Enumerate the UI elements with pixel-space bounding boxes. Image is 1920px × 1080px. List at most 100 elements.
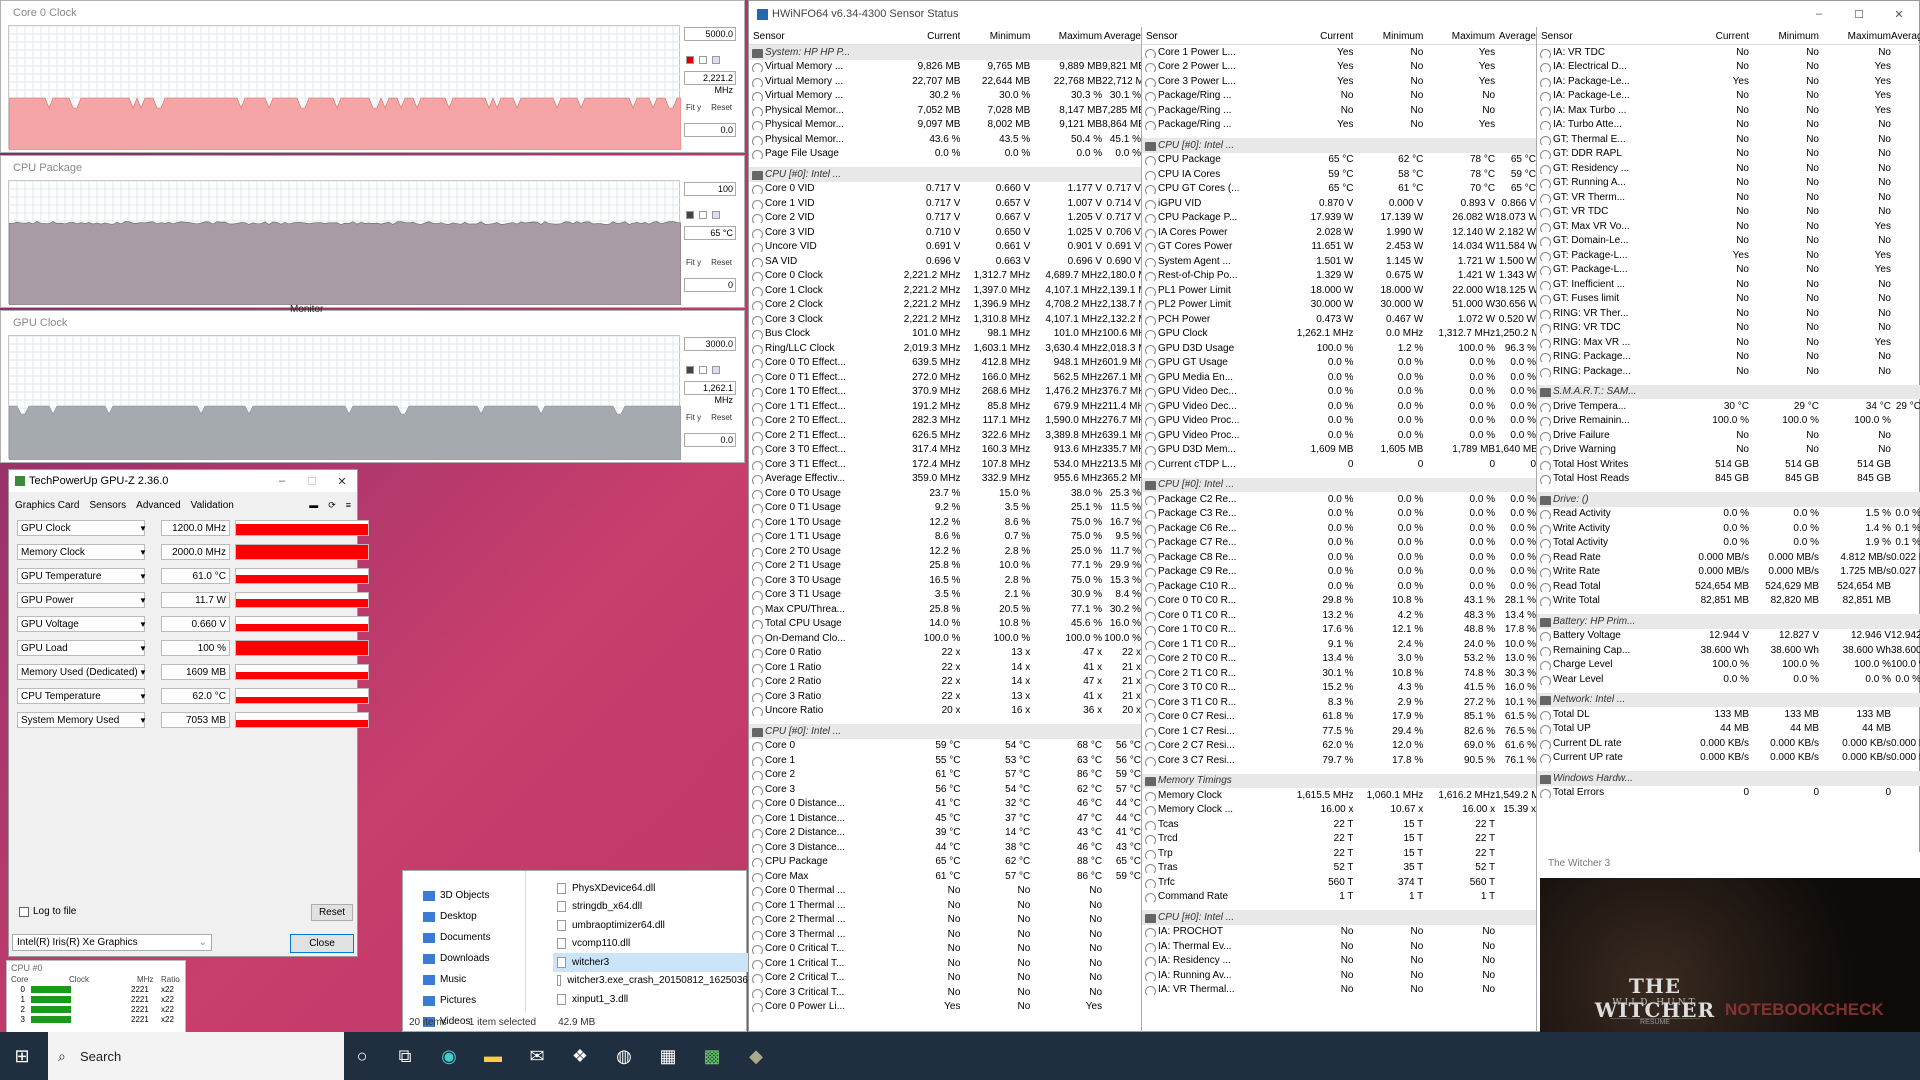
file-item[interactable]: xinput1_3.dll — [553, 990, 748, 1009]
sensor-label[interactable]: GPU Clock — [17, 520, 145, 536]
color-swatch-icon[interactable] — [686, 211, 694, 219]
header-maximum[interactable]: Maximum — [1819, 31, 1891, 42]
fit-y-button[interactable]: Fit y — [684, 412, 703, 423]
sensor-label[interactable]: CPU Temperature — [17, 688, 145, 704]
sensor-row[interactable]: GT: Domain-Le... No No No — [1537, 234, 1920, 249]
sensor-row[interactable]: IA: Residency ... No No No — [1142, 954, 1536, 969]
sensor-row[interactable]: Core 1 T1 Effect... 191.2 MHz 85.8 MHz 679.… — [749, 399, 1141, 414]
sensor-row[interactable]: GT: Max VR Vo... No No Yes — [1537, 219, 1920, 234]
graph-window[interactable]: Core 0 Clock 5000.0 2,221.2 MHz Fit y Reset 0… — [0, 0, 745, 153]
graph-min-value[interactable]: 0.0 — [684, 433, 736, 447]
sensor-row[interactable]: Drive Remainin... 100.0 % 100.0 % 100.0 % — [1537, 414, 1920, 429]
sensor-row[interactable]: Core 0 T0 C0 R... 29.8 % 10.8 % 43.1 % 28.1 … — [1142, 594, 1536, 609]
nav-item[interactable]: 3D Objects — [423, 885, 523, 906]
sensor-row[interactable]: Total Host Reads 845 GB 845 GB 845 GB — [1537, 472, 1920, 487]
sensor-group[interactable]: S.M.A.R.T.: SAM... — [1537, 385, 1920, 400]
sensor-row[interactable]: GPU D3D Mem... 1,609 MB 1,605 MB 1,789 MB 1,… — [1142, 443, 1536, 458]
sensor-row[interactable]: Core 2 Clock 2,221.2 MHz 1,396.9 MHz 4,708.… — [749, 298, 1141, 313]
dropdown-arrow-icon[interactable]: ▼ — [139, 548, 147, 557]
sensor-group[interactable]: Windows Hardw... — [1537, 771, 1920, 786]
dropdown-arrow-icon[interactable]: ▼ — [139, 596, 147, 605]
sensor-row[interactable]: Core 0 T0 Effect... 639.5 MHz 412.8 MHz 948… — [749, 356, 1141, 371]
maximize-icon[interactable]: ☐ — [1839, 8, 1879, 21]
sensor-row[interactable]: Core 0 Ratio 22 x 13 x 47 x 22 x — [749, 646, 1141, 661]
sensor-row[interactable]: Total Host Writes 514 GB 514 GB 514 GB — [1537, 457, 1920, 472]
fit-y-button[interactable]: Fit y — [684, 102, 703, 113]
sensor-row[interactable]: Core 3 Clock 2,221.2 MHz 1,310.8 MHz 4,107.… — [749, 312, 1141, 327]
sensor-row[interactable]: IA: Turbo Atte... No No No — [1537, 118, 1920, 133]
refresh-icon[interactable]: ⟳ — [328, 500, 336, 511]
task-view-icon[interactable]: ○ — [350, 1044, 374, 1068]
file-item[interactable]: stringdb_x64.dll — [553, 898, 748, 917]
sensor-column-1[interactable]: Sensor Current Minimum Maximum Average System… — [749, 27, 1142, 1033]
sensor-row[interactable]: Core 1 55 °C 53 °C 63 °C 56 °C — [749, 753, 1141, 768]
sensor-label[interactable]: GPU Voltage — [17, 616, 145, 632]
sensor-row[interactable]: Core 1 Distance... 45 °C 37 °C 47 °C 44 °C — [749, 811, 1141, 826]
sensor-row[interactable]: Core 3 T1 Usage 3.5 % 2.1 % 30.9 % 8.4 % — [749, 588, 1141, 603]
dropdown-arrow-icon[interactable]: ▼ — [139, 572, 147, 581]
sensor-row[interactable]: Core 2 T0 Effect... 282.3 MHz 117.1 MHz 1,5… — [749, 414, 1141, 429]
sensor-row[interactable]: RING: Package... No No No — [1537, 364, 1920, 379]
header-minimum[interactable]: Minimum — [1353, 31, 1423, 42]
sensor-row[interactable]: Drive Warning No No No — [1537, 443, 1920, 458]
sensor-row[interactable]: Command Rate 1 T1 T1 T — [1142, 890, 1536, 905]
sensor-row[interactable]: RING: VR Ther... No No No — [1537, 306, 1920, 321]
sensor-row[interactable]: Core 1 T1 C0 R... 9.1 % 2.4 % 24.0 % 10.0 % — [1142, 637, 1536, 652]
minimize-icon[interactable]: – — [267, 475, 297, 487]
sensor-row[interactable]: GT: Fuses limit No No No — [1537, 292, 1920, 307]
gpuz-close-button[interactable]: Close — [290, 934, 354, 953]
hwinfo-titlebar[interactable]: HWiNFO64 v6.34-4300 Sensor Status – ☐ ✕ — [749, 1, 1919, 27]
sensor-row[interactable]: Total UP 44 MB 44 MB 44 MB — [1537, 722, 1920, 737]
sensor-row[interactable]: GT: DDR RAPL No No No — [1537, 147, 1920, 162]
tab-sensors[interactable]: Sensors — [89, 500, 126, 511]
sensor-row[interactable]: Core 0 T1 Effect... 272.0 MHz 166.0 MHz 562… — [749, 370, 1141, 385]
sensor-row[interactable]: Package/Ring ... No No No — [1142, 103, 1536, 118]
sensor-row[interactable]: GPU Media En... 0.0 % 0.0 % 0.0 % 0.0 % — [1142, 370, 1536, 385]
dropdown-arrow-icon[interactable]: ▼ — [139, 644, 147, 653]
sensor-row[interactable]: Tcas 22 T 15 T 22 T — [1142, 817, 1536, 832]
log-checkbox[interactable] — [19, 907, 29, 917]
sensor-row[interactable]: Core 0 Power Li... Yes No Yes — [749, 1000, 1141, 1015]
dropdown-arrow-icon[interactable]: ▼ — [139, 524, 147, 533]
sensor-row[interactable]: GPU Video Proc... 0.0 % 0.0 % 0.0 % 0.0 % — [1142, 414, 1536, 429]
sensor-row[interactable]: GPU Video Dec... 0.0 % 0.0 % 0.0 % 0.0 % — [1142, 399, 1536, 414]
sensor-row[interactable]: Core 2 Ratio 22 x 14 x 47 x 21 x — [749, 675, 1141, 690]
sensor-label[interactable]: System Memory Used — [17, 712, 145, 728]
screenshot-icon[interactable]: ▬ — [309, 500, 318, 510]
header-average[interactable]: Average — [1891, 31, 1920, 42]
sensor-row[interactable]: Total Errors 0 0 0 — [1537, 786, 1920, 801]
sensor-row[interactable]: Page File Usage 0.0 % 0.0 % 0.0 % 0.0 % — [749, 147, 1141, 162]
sensor-label[interactable]: Memory Used (Dedicated) — [17, 664, 145, 680]
witcher-window[interactable]: The Witcher 3 THE WITCHER WILD HUNT RESU… — [1540, 852, 1920, 1032]
tab-graphics-card[interactable]: Graphics Card — [15, 500, 79, 511]
taskbar-search[interactable]: ⌕ Search — [48, 1032, 344, 1080]
sensor-row[interactable]: CPU Package P... 17.939 W 17.139 W 26.082 W… — [1142, 211, 1536, 226]
sensor-row[interactable]: Read Total 524,654 MB 524,629 MB 524,654 MB — [1537, 579, 1920, 594]
header-minimum[interactable]: Minimum — [1749, 31, 1819, 42]
sensor-group[interactable]: Network: Intel ... — [1537, 693, 1920, 708]
hwinfo-task-icon[interactable]: ▦ — [656, 1044, 680, 1068]
sensor-row[interactable]: Core 0 VID 0.717 V 0.660 V 1.177 V 0.717 V — [749, 182, 1141, 197]
sensor-row[interactable]: System Agent ... 1.501 W 1.145 W 1.721 W 1.5… — [1142, 254, 1536, 269]
sensor-row[interactable]: Package C7 Re... 0.0 % 0.0 % 0.0 % 0.0 % — [1142, 536, 1536, 551]
sensor-group[interactable]: CPU [#0]: Intel ... — [1142, 478, 1536, 493]
sensor-row[interactable]: CPU Package 65 °C 62 °C 88 °C 65 °C — [749, 855, 1141, 870]
sensor-row[interactable]: Read Activity 0.0 % 0.0 % 1.5 % 0.0 % — [1537, 507, 1920, 522]
sensor-row[interactable]: Package C8 Re... 0.0 % 0.0 % 0.0 % 0.0 % — [1142, 550, 1536, 565]
tab-advanced[interactable]: Advanced — [136, 500, 180, 511]
sensor-row[interactable]: GT: VR TDC No No No — [1537, 205, 1920, 220]
menu-icon[interactable]: ≡ — [346, 500, 351, 510]
graph-window[interactable]: GPU Clock 3000.0 1,262.1 MHz Fit y Reset 0.0 — [0, 310, 745, 463]
graph-min-value[interactable]: 0.0 — [684, 123, 736, 137]
minimize-icon[interactable]: – — [1799, 8, 1839, 20]
gpu-select[interactable]: Intel(R) Iris(R) Xe Graphics ⌄ — [12, 934, 212, 951]
sensor-row[interactable]: GPU Video Dec... 0.0 % 0.0 % 0.0 % 0.0 % — [1142, 385, 1536, 400]
sensor-row[interactable]: Read Rate 0.000 MB/s 0.000 MB/s 4.812 MB/s 0… — [1537, 550, 1920, 565]
sensor-row[interactable]: RING: VR TDC No No No — [1537, 321, 1920, 336]
sensor-row[interactable]: Core 1 Ratio 22 x 14 x 41 x 21 x — [749, 660, 1141, 675]
sensor-row[interactable]: IA Cores Power 2.028 W 1.990 W 12.140 W 2.18… — [1142, 225, 1536, 240]
sensor-group[interactable]: System: HP HP P... — [749, 45, 1141, 60]
sensor-row[interactable]: Core 0 Clock 2,221.2 MHz 1,312.7 MHz 4,689.… — [749, 269, 1141, 284]
sensor-row[interactable]: Core 1 Power L... Yes No Yes — [1142, 45, 1536, 60]
graph-window[interactable]: CPU Package 100 65 °C Fit y Reset 0 — [0, 155, 745, 308]
